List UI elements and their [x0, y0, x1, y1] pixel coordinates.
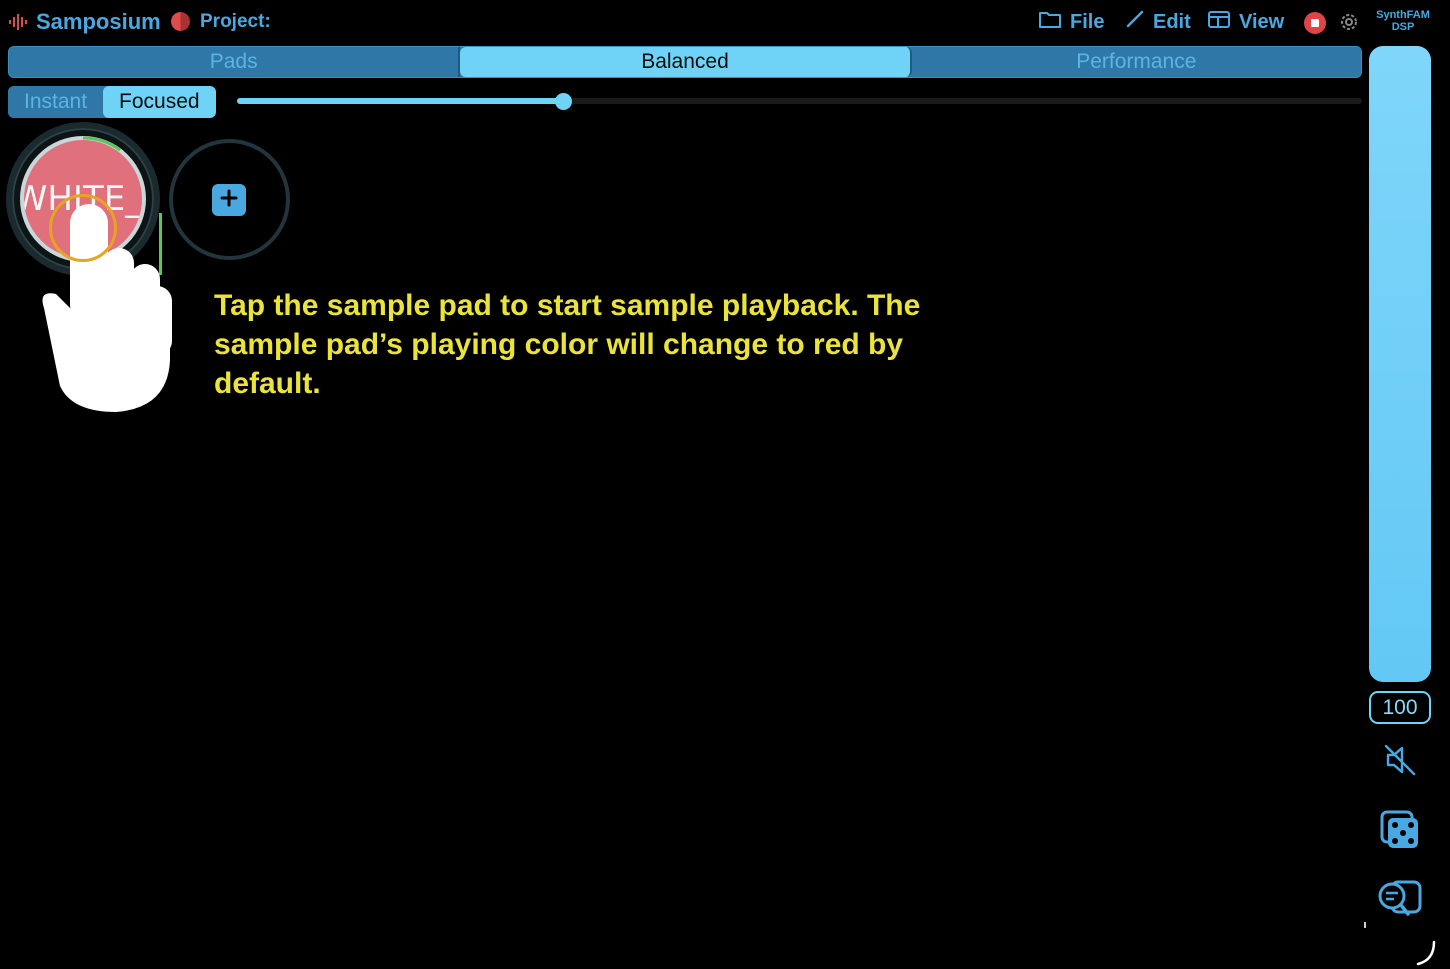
slider-fill — [237, 98, 564, 104]
view-menu[interactable]: View — [1207, 9, 1284, 35]
plus-icon — [220, 189, 238, 212]
gear-icon[interactable] — [1338, 11, 1360, 38]
edit-menu[interactable]: Edit — [1125, 9, 1191, 35]
pencil-icon — [1125, 9, 1145, 35]
search-chat-icon[interactable] — [1374, 878, 1424, 925]
mode-tab-bar: Pads Balanced Performance — [8, 46, 1362, 78]
master-volume-value: 100 — [1369, 691, 1431, 724]
speaker-muted-icon[interactable] — [1382, 742, 1418, 783]
layout-icon — [1207, 9, 1231, 35]
file-menu-label: File — [1070, 10, 1105, 33]
project-label[interactable]: Project: — [200, 11, 271, 33]
tutorial-hint-text: Tap the sample pad to start sample playb… — [214, 289, 921, 400]
pad-size-slider[interactable] — [237, 93, 1362, 110]
tab-pads[interactable]: Pads — [9, 47, 461, 77]
trigger-mode-tabs: Instant Focused — [8, 86, 216, 118]
waveform-icon — [8, 12, 30, 37]
view-menu-label: View — [1239, 10, 1285, 33]
tab-focused[interactable]: Focused — [103, 86, 216, 118]
stop-record-button[interactable] — [1304, 12, 1326, 34]
tab-balanced[interactable]: Balanced — [460, 47, 912, 77]
brand-logo: SynthFAM DSP — [1372, 9, 1434, 33]
brand-subtitle: DSP — [1391, 21, 1415, 33]
tap-indicator-ring — [49, 194, 117, 262]
file-menu[interactable]: File — [1038, 9, 1104, 35]
folder-icon — [1038, 9, 1062, 35]
resize-handle-icon[interactable] — [1416, 940, 1440, 969]
tab-performance[interactable]: Performance — [911, 47, 1361, 77]
add-pad-button[interactable] — [212, 184, 246, 216]
project-state-icon[interactable] — [171, 12, 190, 31]
master-volume-slider[interactable] — [1369, 46, 1431, 682]
slider-thumb[interactable] — [555, 93, 573, 110]
tab-instant[interactable]: Instant — [8, 86, 104, 118]
app-title: Samposium — [36, 9, 161, 34]
dice-icon[interactable] — [1378, 808, 1422, 855]
edit-menu-label: Edit — [1153, 10, 1191, 33]
brand-name: SynthFAM — [1376, 9, 1430, 21]
top-bar: Samposium Project: File Edit View SynthF… — [0, 0, 1450, 44]
resize-tick — [1364, 922, 1366, 928]
stop-record-icon — [1311, 19, 1319, 27]
